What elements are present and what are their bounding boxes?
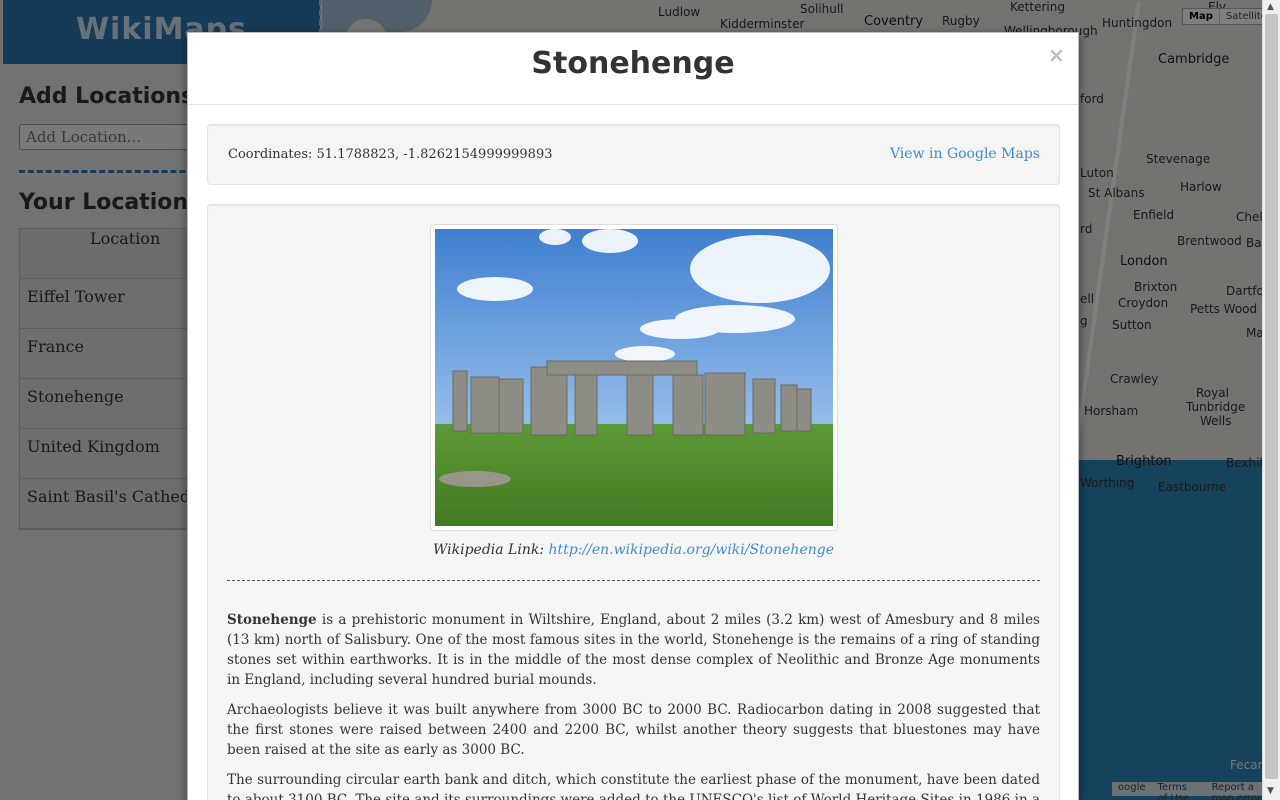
article-paragraph: The surrounding circular earth bank and …: [227, 772, 1040, 800]
stonehenge-photo: [435, 229, 833, 526]
scroll-down-icon[interactable]: ▼: [1267, 786, 1274, 796]
modal-title: Stonehenge: [531, 46, 735, 81]
article-intro: is a prehistoric monument in Wiltshire, …: [227, 612, 1040, 688]
article-text: Stonehenge is a prehistoric monument in …: [227, 610, 1040, 800]
coordinates-text: Coordinates: 51.1788823, -1.826215499999…: [228, 147, 553, 162]
content-panel: Wikipedia Link: http://en.wikipedia.org/…: [207, 204, 1060, 800]
close-icon[interactable]: ×: [1048, 43, 1065, 67]
article-title-bold: Stonehenge: [227, 612, 317, 628]
wikipedia-link-label: Wikipedia Link:: [432, 542, 545, 558]
coordinates-panel: Coordinates: 51.1788823, -1.826215499999…: [207, 124, 1060, 185]
content-divider: [227, 580, 1040, 581]
view-in-google-maps-link[interactable]: View in Google Maps: [890, 146, 1040, 162]
photo-frame: [430, 224, 838, 531]
wikipedia-link-line: Wikipedia Link: http://en.wikipedia.org/…: [208, 542, 1059, 558]
wikipedia-link[interactable]: http://en.wikipedia.org/wiki/Stonehenge: [549, 542, 835, 558]
scroll-up-icon[interactable]: ▲: [1267, 2, 1274, 12]
modal-header: Stonehenge ×: [188, 33, 1078, 105]
location-modal: Stonehenge × Coordinates: 51.1788823, -1…: [187, 32, 1079, 800]
article-paragraph: Archaeologists believe it was built anyw…: [227, 702, 1040, 758]
scroll-thumb[interactable]: [1265, 14, 1278, 779]
article-paragraph: Stonehenge is a prehistoric monument in …: [227, 610, 1040, 690]
window-scrollbar[interactable]: ▲ ▼: [1262, 0, 1280, 800]
